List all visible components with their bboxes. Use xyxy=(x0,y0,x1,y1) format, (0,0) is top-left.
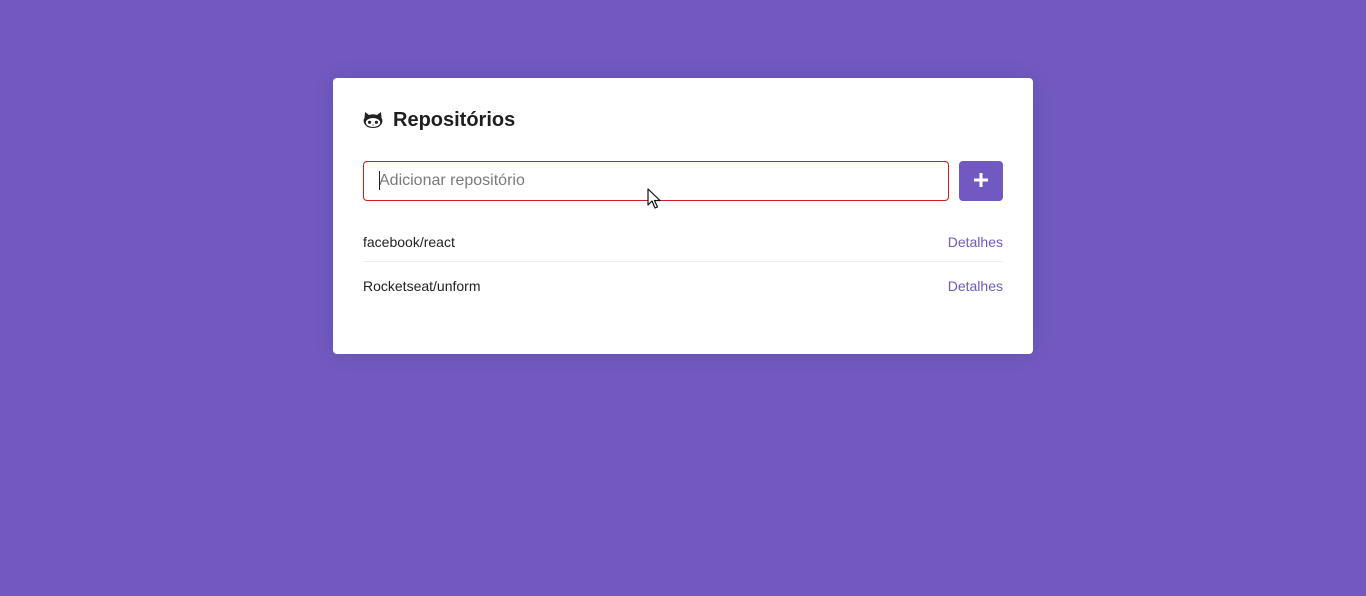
list-item: facebook/react Detalhes xyxy=(363,222,1003,262)
repository-list: facebook/react Detalhes Rocketseat/unfor… xyxy=(363,222,1003,309)
details-link[interactable]: Detalhes xyxy=(948,234,1003,250)
list-item: Rocketseat/unform Detalhes xyxy=(363,262,1003,309)
plus-icon xyxy=(974,172,988,190)
mouse-pointer-icon xyxy=(647,188,661,210)
details-link[interactable]: Detalhes xyxy=(948,278,1003,294)
repository-name: Rocketseat/unform xyxy=(363,277,481,294)
page-title-row: Repositórios xyxy=(363,109,1003,131)
github-icon xyxy=(363,110,383,130)
text-caret xyxy=(379,171,380,190)
page-title: Repositórios xyxy=(393,109,516,131)
repositories-card: Repositórios facebook/react Detalhes Roc… xyxy=(333,78,1033,354)
add-repository-form xyxy=(363,161,1003,201)
add-repository-button[interactable] xyxy=(959,161,1003,201)
repository-name: facebook/react xyxy=(363,234,455,250)
